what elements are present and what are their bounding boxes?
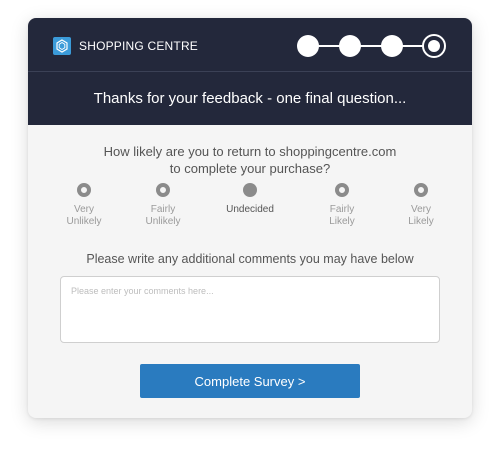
progress-steps xyxy=(297,34,446,58)
option-fairly-likely[interactable]: Fairly Likely xyxy=(302,183,382,228)
option-label-undecided: Undecided xyxy=(210,204,290,216)
option-label-line-1: Undecided xyxy=(226,204,274,215)
survey-header: SHOPPING CENTRE Thanks for your feedback… xyxy=(28,18,472,125)
option-label-line-2: Unlikely xyxy=(66,216,102,227)
question-line-2: to complete your purchase? xyxy=(169,161,331,176)
option-label-line-2: Likely xyxy=(408,216,434,227)
brand-name: SHOPPING CENTRE xyxy=(79,39,199,53)
header-divider xyxy=(28,71,472,72)
option-label-very-unlikely: Very Unlikely xyxy=(44,204,124,228)
option-label-line-1: Very xyxy=(73,204,94,215)
option-very-likely[interactable]: Very Likely xyxy=(381,183,461,228)
question-line-1: How likely are you to return to shopping… xyxy=(103,144,397,159)
comments-textarea[interactable] xyxy=(60,276,440,343)
option-label-very-likely: Very Likely xyxy=(381,204,461,228)
hexagon-logo-icon xyxy=(53,37,71,55)
option-fairly-unlikely[interactable]: Fairly Unlikely xyxy=(123,183,203,228)
progress-step-3 xyxy=(381,35,403,57)
complete-survey-button[interactable]: Complete Survey > xyxy=(140,364,360,398)
progress-step-4-dot xyxy=(428,40,440,52)
survey-card: SHOPPING CENTRE Thanks for your feedback… xyxy=(28,18,472,418)
radio-undecided[interactable] xyxy=(243,183,257,197)
page-title: Thanks for your feedback - one final que… xyxy=(93,90,407,107)
option-label-fairly-likely: Fairly Likely xyxy=(302,204,382,228)
option-label-line-1: Fairly xyxy=(150,204,176,215)
option-label-line-2: Likely xyxy=(329,216,355,227)
radio-very-likely[interactable] xyxy=(414,183,428,197)
option-label-fairly-unlikely: Fairly Unlikely xyxy=(123,204,203,228)
comments-label: Please write any additional comments you… xyxy=(86,252,414,266)
option-label-line-1: Very xyxy=(410,204,431,215)
option-undecided[interactable]: Undecided xyxy=(210,183,290,216)
option-label-line-1: Fairly xyxy=(329,204,355,215)
likelihood-options: Very Unlikely Fairly Unlikely Undecided … xyxy=(44,183,456,233)
radio-fairly-likely[interactable] xyxy=(335,183,349,197)
brand: SHOPPING CENTRE xyxy=(53,37,198,55)
question-text: How likely are you to return to shopping… xyxy=(28,143,472,177)
radio-very-unlikely[interactable] xyxy=(77,183,91,197)
option-very-unlikely[interactable]: Very Unlikely xyxy=(44,183,124,228)
radio-fairly-unlikely[interactable] xyxy=(156,183,170,197)
progress-step-2 xyxy=(339,35,361,57)
option-label-line-2: Unlikely xyxy=(145,216,181,227)
progress-step-1 xyxy=(297,35,319,57)
